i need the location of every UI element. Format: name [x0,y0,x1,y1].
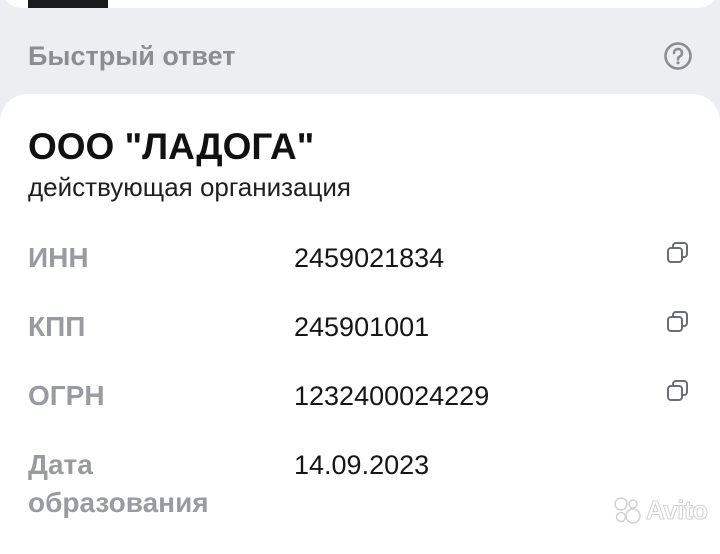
inn-label: ИНН [28,242,89,273]
organization-status: действующая организация [28,172,352,202]
previous-card [0,0,720,8]
ogrn-label: ОГРН [28,380,105,411]
kpp-label: КПП [28,311,86,342]
tab-indicator [28,0,108,8]
organization-name: ООО "ЛАДОГА" [28,126,315,167]
avito-logo-icon [614,497,641,524]
kpp-value: 245901001 [294,312,430,342]
copy-kpp-icon[interactable] [664,308,692,336]
ogrn-value: 1232400024229 [294,381,490,411]
watermark-text: Avito [646,494,709,525]
copy-ogrn-icon[interactable] [664,377,692,405]
question-circle-icon[interactable] [663,41,693,71]
inn-value: 2459021834 [294,243,445,273]
avito-watermark: Avito [612,492,712,528]
founding-date-label: Дата образования [28,449,209,518]
quick-answer-title: Быстрый ответ [28,41,236,71]
founding-date-value: 14.09.2023 [294,450,430,480]
copy-inn-icon[interactable] [664,239,692,267]
